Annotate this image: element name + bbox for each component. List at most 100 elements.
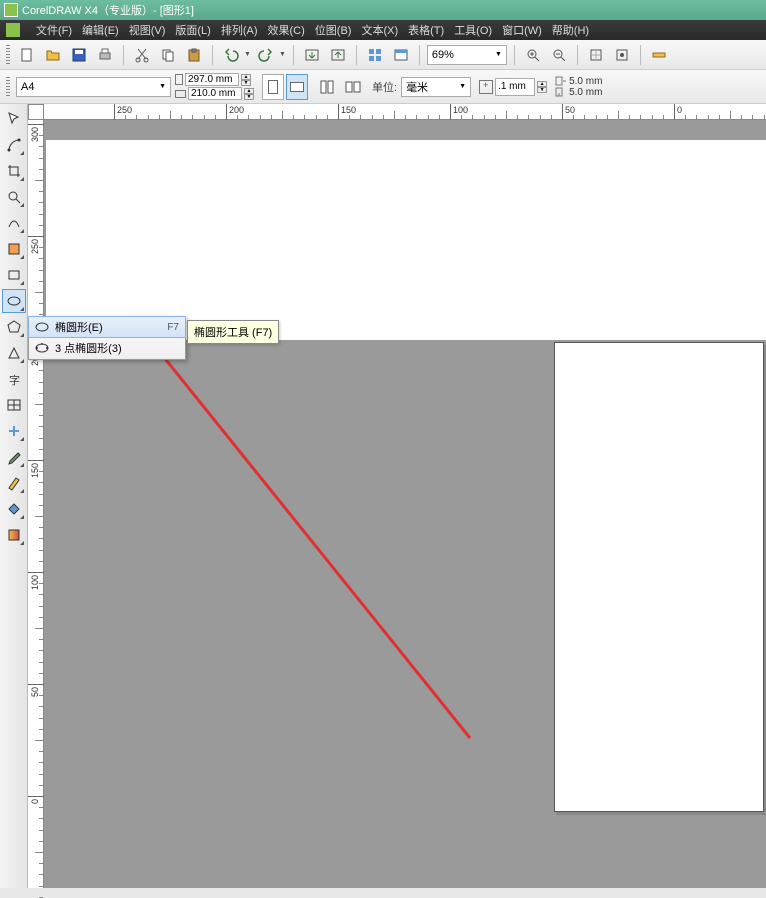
zoom-in-button[interactable]	[522, 44, 544, 66]
menu-bar: 文件(F) 编辑(E) 视图(V) 版面(L) 排列(A) 效果(C) 位图(B…	[0, 20, 766, 40]
ruler-button[interactable]	[648, 44, 670, 66]
width-icon	[175, 74, 183, 85]
menu-file[interactable]: 文件(F)	[36, 22, 72, 38]
welcome-button[interactable]	[390, 44, 412, 66]
property-bar: A4 ▼ ▲▼ ▲▼ 单位: 毫米 ▼ ▲▼ 5.0 mm 5.0 mm	[0, 70, 766, 104]
flyout-ellipse-shortcut: F7	[167, 322, 179, 333]
flyout-3pt-ellipse[interactable]: 3 点椭圆形(3)	[29, 337, 185, 359]
tooltip: 椭圆形工具 (F7)	[187, 320, 279, 344]
height-spinner[interactable]: ▲▼	[244, 88, 254, 100]
outline-tool[interactable]	[2, 471, 26, 495]
nudge-spinner[interactable]: ▲▼	[537, 81, 547, 93]
unit-value: 毫米	[406, 79, 428, 95]
menu-tools[interactable]: 工具(O)	[454, 22, 492, 38]
nudge-input[interactable]	[495, 78, 535, 96]
print-button[interactable]	[94, 44, 116, 66]
dup-y-icon	[555, 87, 567, 97]
shape-tool[interactable]	[2, 133, 26, 157]
svg-text:字: 字	[9, 373, 20, 387]
freehand-tool[interactable]	[2, 211, 26, 235]
ellipse-icon	[35, 320, 49, 334]
pick-tool[interactable]	[2, 107, 26, 131]
snap-button[interactable]	[585, 44, 607, 66]
tooltip-text: 椭圆形工具 (F7)	[194, 327, 272, 339]
three-point-ellipse-icon	[35, 341, 49, 355]
drawing-page[interactable]	[554, 342, 764, 812]
paste-button[interactable]	[183, 44, 205, 66]
portrait-button[interactable]	[262, 74, 284, 100]
table-tool[interactable]	[2, 393, 26, 417]
horizontal-ruler[interactable]: 25020015010050050	[44, 104, 766, 120]
menu-table[interactable]: 表格(T)	[408, 22, 444, 38]
page-dimensions: ▲▼ ▲▼	[175, 73, 254, 100]
property-grip[interactable]	[6, 77, 10, 97]
rectangle-tool[interactable]	[2, 263, 26, 287]
window-title: CorelDRAW X4（专业版）- [图形1]	[22, 2, 194, 18]
duplicate-distance: 5.0 mm 5.0 mm	[555, 76, 602, 98]
app-icon	[4, 3, 18, 17]
open-button[interactable]	[42, 44, 64, 66]
cut-button[interactable]	[131, 44, 153, 66]
standard-toolbar: ▼ ▼ ▼	[0, 40, 766, 70]
title-bar: CorelDRAW X4（专业版）- [图形1]	[0, 0, 766, 20]
menu-layout[interactable]: 版面(L)	[175, 22, 210, 38]
width-spinner[interactable]: ▲▼	[241, 74, 251, 86]
menu-app-icon	[6, 23, 20, 37]
ellipse-flyout: 椭圆形(E) F7 3 点椭圆形(3)	[28, 316, 186, 360]
zoom-input[interactable]	[432, 49, 482, 61]
page-height-input[interactable]	[188, 87, 242, 100]
undo-dropdown[interactable]: ▼	[244, 51, 251, 58]
unit-label: 单位:	[372, 79, 397, 95]
zoom-out-button[interactable]	[548, 44, 570, 66]
page-facing-button[interactable]	[342, 76, 364, 98]
redo-button[interactable]	[255, 44, 277, 66]
new-button[interactable]	[16, 44, 38, 66]
eyedropper-tool[interactable]	[2, 445, 26, 469]
fill-tool[interactable]	[2, 497, 26, 521]
menu-view[interactable]: 视图(V)	[129, 22, 166, 38]
ruler-origin[interactable]	[28, 104, 44, 120]
basic-shapes-tool[interactable]	[2, 341, 26, 365]
menu-effects[interactable]: 效果(C)	[268, 22, 305, 38]
page-width-input[interactable]	[185, 73, 239, 86]
zoom-level[interactable]: ▼	[427, 45, 507, 65]
undo-button[interactable]	[220, 44, 242, 66]
menu-arrange[interactable]: 排列(A)	[221, 22, 258, 38]
app-launcher-button[interactable]	[364, 44, 386, 66]
polygon-tool[interactable]	[2, 315, 26, 339]
flyout-ellipse[interactable]: 椭圆形(E) F7	[28, 316, 186, 338]
copy-button[interactable]	[157, 44, 179, 66]
work-area: 字 25020015010050050 300250200150100500	[0, 104, 766, 888]
canvas-area: 25020015010050050 300250200150100500	[28, 104, 766, 888]
toolbox: 字	[0, 104, 28, 888]
import-button[interactable]	[301, 44, 323, 66]
dup-x-icon	[555, 76, 567, 86]
menu-bitmap[interactable]: 位图(B)	[315, 22, 352, 38]
export-button[interactable]	[327, 44, 349, 66]
save-button[interactable]	[68, 44, 90, 66]
redo-dropdown[interactable]: ▼	[279, 51, 286, 58]
nudge-group: ▲▼	[479, 78, 547, 96]
options-button[interactable]	[611, 44, 633, 66]
vertical-ruler[interactable]: 300250200150100500	[28, 120, 44, 888]
page-layout-button[interactable]	[316, 76, 338, 98]
unit-select[interactable]: 毫米 ▼	[401, 77, 471, 97]
text-tool[interactable]: 字	[2, 367, 26, 391]
menu-text[interactable]: 文本(X)	[361, 22, 398, 38]
menu-window[interactable]: 窗口(W)	[502, 22, 542, 38]
menu-help[interactable]: 帮助(H)	[552, 22, 589, 38]
flyout-3pt-label: 3 点椭圆形(3)	[55, 340, 173, 356]
page-size-select[interactable]: A4 ▼	[16, 77, 171, 97]
menu-edit[interactable]: 编辑(E)	[82, 22, 119, 38]
ellipse-tool[interactable]	[2, 289, 26, 313]
landscape-button[interactable]	[286, 74, 308, 100]
interactive-tool[interactable]	[2, 419, 26, 443]
flyout-ellipse-label: 椭圆形(E)	[55, 319, 161, 335]
toolbar-grip[interactable]	[6, 45, 10, 65]
smart-fill-tool[interactable]	[2, 237, 26, 261]
zoom-tool[interactable]	[2, 185, 26, 209]
crop-tool[interactable]	[2, 159, 26, 183]
dup-x-value: 5.0 mm	[569, 76, 602, 87]
interactive-fill-tool[interactable]	[2, 523, 26, 547]
canvas[interactable]	[44, 120, 766, 888]
